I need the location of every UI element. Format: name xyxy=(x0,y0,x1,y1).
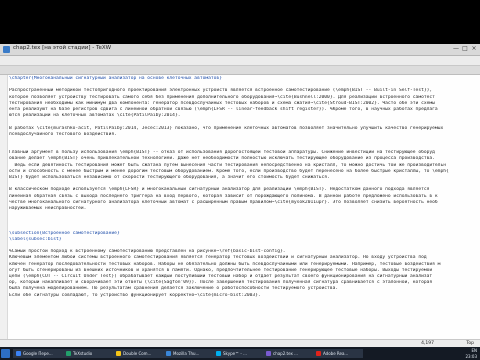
code-line[interactable]: Если обе сигнатуры совпадают, то устройс… xyxy=(9,293,477,299)
desktop-screen: chap2.tex [на этой стадии] - TeXW — □ × … xyxy=(0,0,480,360)
tab-bar: chap2.texchap1.texintro.texmain.texbib.t… xyxy=(0,66,480,84)
code-line[interactable]: ключен генератор последовательности тест… xyxy=(9,262,477,268)
app-icon xyxy=(116,351,121,356)
editor-gutter xyxy=(0,75,8,339)
text-editor[interactable]: \chapter{Многоканальный сигнатурный анал… xyxy=(0,75,480,339)
start-button[interactable] xyxy=(1,349,10,358)
app-icon xyxy=(266,351,271,356)
maximize-button[interactable]: □ xyxy=(461,45,469,53)
taskbar-label: chap2.tex ... xyxy=(273,351,298,356)
window-titlebar[interactable]: chap2.tex [на этой стадии] - TeXW — □ × xyxy=(0,44,480,56)
taskbar-label: Skype™ - ... xyxy=(223,351,247,356)
app-icon xyxy=(216,351,221,356)
code-line[interactable]: В классическом подходе используется \emp… xyxy=(9,187,477,193)
tray-clock[interactable]: 23:03 xyxy=(465,354,477,360)
code-line[interactable]: ование делает \emph{BIST} очень привлека… xyxy=(9,156,477,162)
taskbar-button[interactable]: Skype™ - ... xyxy=(213,349,263,358)
menu-bar: FileПравкаИнструментыСниппетыBuffersОкно… xyxy=(0,56,480,73)
code-area[interactable]: \chapter{Многоканальный сигнатурный анал… xyxy=(9,76,477,299)
app-icon xyxy=(3,46,10,53)
system-tray: EN 23:03 xyxy=(465,348,477,359)
app-icon xyxy=(166,351,171,356)
taskbar-label: TeXstudio xyxy=(73,351,93,356)
code-line[interactable]: Ведь если девятиность тестирования может… xyxy=(9,163,477,169)
app-icon xyxy=(66,351,71,356)
taskbar-label: Google Пере... xyxy=(23,351,53,356)
app-icon xyxy=(16,351,21,356)
taskbar-button[interactable]: TeXstudio xyxy=(63,349,113,358)
taskbar-button[interactable]: Adobe Rea... xyxy=(313,349,363,358)
code-line[interactable]: Распространённый методикой тестопригодно… xyxy=(9,88,477,94)
taskbar-label: Adobe Rea... xyxy=(323,351,349,356)
close-button[interactable]: × xyxy=(470,45,478,53)
taskbar-label: Mozilla Thu... xyxy=(173,351,200,356)
taskbar-label: Double Com... xyxy=(123,351,152,356)
taskbar-button[interactable]: Mozilla Thu... xyxy=(163,349,213,358)
code-line[interactable]: Ключевым элементом любой системы встроен… xyxy=(9,255,477,261)
taskbar-button[interactable]: Google Пере... xyxy=(13,349,63,358)
minimize-button[interactable]: — xyxy=(452,45,460,53)
taskbar-button[interactable]: Double Com... xyxy=(113,349,163,358)
window-title: chap2.tex [на этой стадии] - TeXW xyxy=(13,45,112,51)
taskbar: Google Пере... TeXstudio Double Com... Mozi… xyxy=(0,347,480,360)
code-line[interactable]: которое позволяет устройству тестировать… xyxy=(9,95,477,101)
app-icon xyxy=(316,351,321,356)
taskbar-button[interactable]: chap2.tex ... xyxy=(263,349,313,358)
code-line[interactable]: В работах \cite{murashko-acit, PatilPaib… xyxy=(9,126,477,132)
code-line[interactable]: линейная обратная связь с выхода последн… xyxy=(9,194,477,200)
